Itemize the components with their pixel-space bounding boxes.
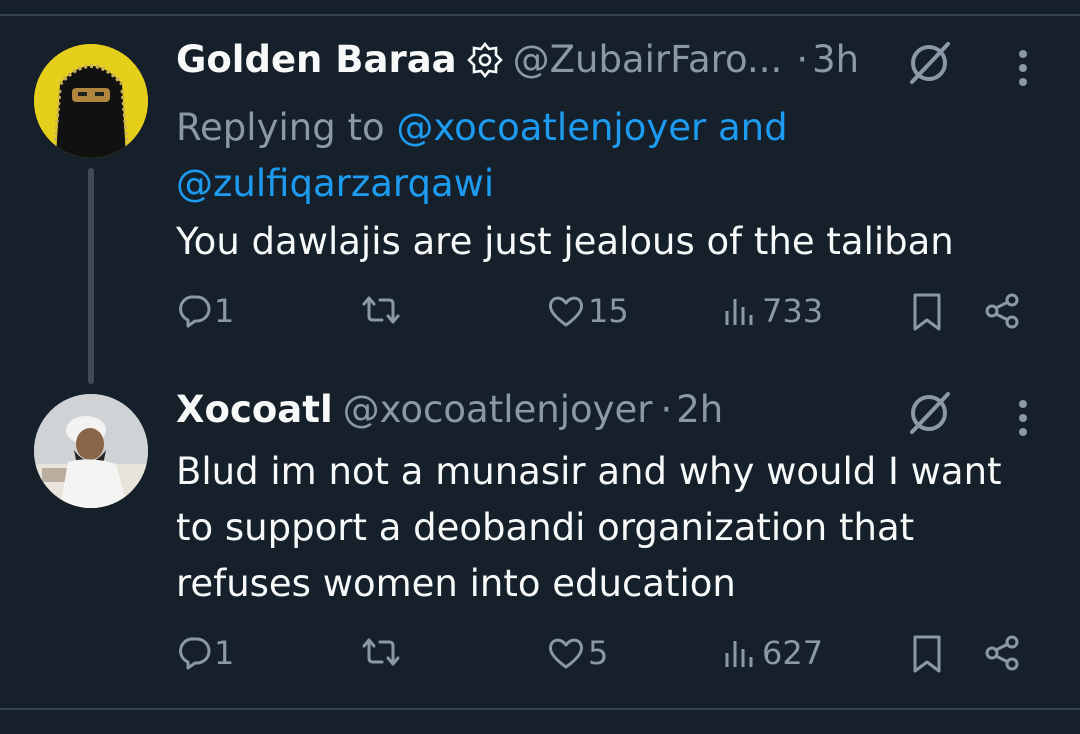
retweet-button[interactable] xyxy=(358,292,404,328)
reply-count: 1 xyxy=(214,634,235,672)
reply-icon xyxy=(176,293,212,329)
replying-to: Replying to @xocoatlenjoyer and @zulfiqar… xyxy=(176,100,936,212)
share-button[interactable] xyxy=(984,292,1022,330)
heart-icon xyxy=(546,293,586,329)
retweet-icon xyxy=(358,634,404,670)
reply-count: 1 xyxy=(214,292,235,330)
like-button[interactable]: 15 xyxy=(546,292,629,330)
reply-user-link-1[interactable]: @xocoatlenjoyer xyxy=(396,106,706,149)
heart-icon xyxy=(546,635,586,671)
tweet-header: Xocoatl @xocoatlenjoyer · 2h xyxy=(176,388,723,431)
verified-badge-icon xyxy=(466,41,503,78)
top-divider xyxy=(0,14,1080,16)
timestamp[interactable]: 3h xyxy=(812,38,859,81)
action-bar: 1 5 627 xyxy=(176,634,1036,684)
views-button[interactable]: 733 xyxy=(724,292,823,330)
reply-button[interactable]: 1 xyxy=(176,292,234,330)
like-count: 5 xyxy=(588,634,609,672)
replying-to-label: Replying to xyxy=(176,106,397,149)
reply-button[interactable]: 1 xyxy=(176,634,234,672)
tweet-text: Blud im not a munasir and why would I wa… xyxy=(176,450,1002,605)
separator-dot: · xyxy=(796,38,809,81)
more-icon[interactable] xyxy=(1018,398,1028,438)
user-handle[interactable]: @xocoatlenjoyer xyxy=(343,388,653,431)
share-icon xyxy=(984,292,1022,330)
tweet-text: You dawlajis are just jealous of the tal… xyxy=(176,220,954,263)
bookmark-button[interactable] xyxy=(910,634,944,674)
timestamp[interactable]: 2h xyxy=(676,388,723,431)
reply-icon xyxy=(176,635,212,671)
like-count: 15 xyxy=(588,292,629,330)
avatar-xocoatl[interactable] xyxy=(34,394,148,508)
reply-and: and xyxy=(706,106,788,149)
grok-icon[interactable] xyxy=(906,40,952,86)
separator-dot: · xyxy=(660,388,673,431)
bookmark-button[interactable] xyxy=(910,292,944,332)
thread-line xyxy=(88,168,94,384)
tweet-header: Golden Baraa @ZubairFaro... · 3h xyxy=(176,38,859,81)
grok-icon[interactable] xyxy=(906,390,952,436)
display-name[interactable]: Golden Baraa xyxy=(176,38,457,81)
avatar-golden-baraa[interactable] xyxy=(34,44,148,158)
bottom-divider xyxy=(0,708,1080,710)
views-icon xyxy=(724,635,756,671)
user-handle[interactable]: @ZubairFaro... xyxy=(513,38,783,81)
display-name[interactable]: Xocoatl xyxy=(176,388,333,431)
views-button[interactable]: 627 xyxy=(724,634,823,672)
like-button[interactable]: 5 xyxy=(546,634,608,672)
retweet-icon xyxy=(358,292,404,328)
action-bar: 1 15 733 xyxy=(176,292,1036,342)
retweet-button[interactable] xyxy=(358,634,404,670)
views-count: 627 xyxy=(762,634,824,672)
bookmark-icon xyxy=(910,292,944,332)
views-icon xyxy=(724,293,756,329)
views-count: 733 xyxy=(762,292,824,330)
share-button[interactable] xyxy=(984,634,1022,672)
more-icon[interactable] xyxy=(1018,48,1028,88)
bookmark-icon xyxy=(910,634,944,674)
share-icon xyxy=(984,634,1022,672)
reply-user-link-2[interactable]: @zulfiqarzarqawi xyxy=(176,162,494,205)
